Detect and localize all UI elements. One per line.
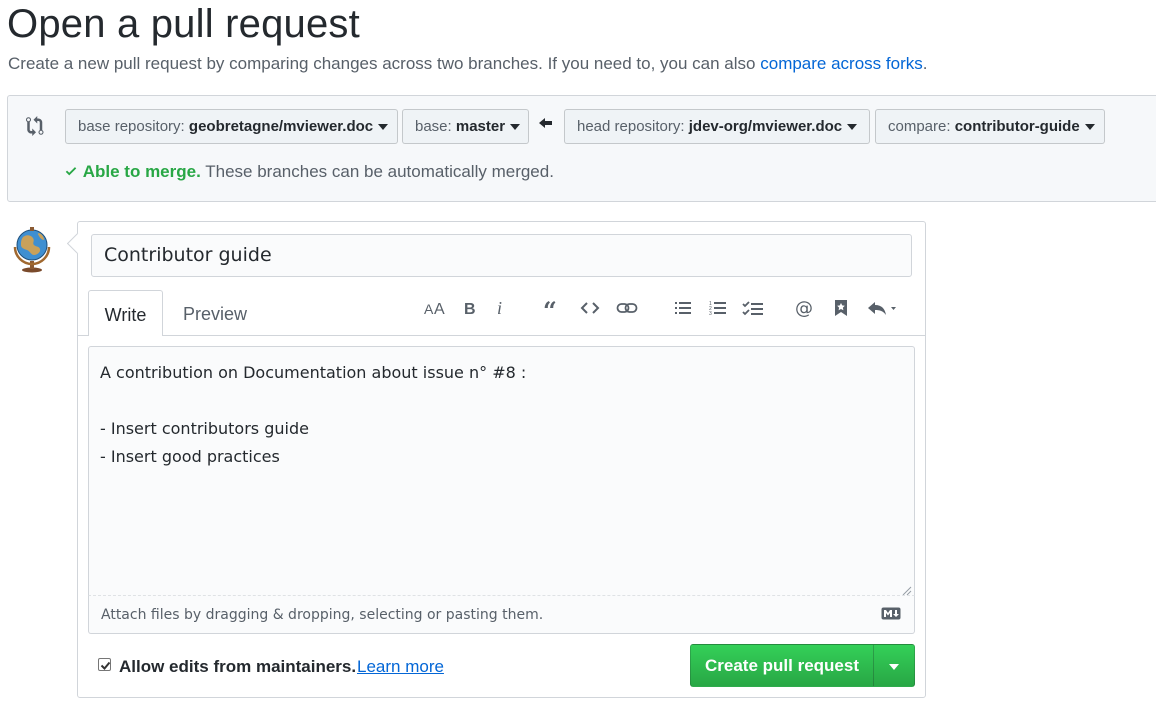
caret-down-icon <box>1084 124 1095 131</box>
page-subtitle: Create a new pull request by comparing c… <box>8 54 927 74</box>
create-options-dropdown[interactable] <box>873 644 915 687</box>
markdown-icon[interactable] <box>881 607 901 620</box>
mention-icon[interactable]: @ <box>795 296 815 320</box>
create-pull-request-button[interactable]: Create pull request <box>690 644 874 687</box>
header-icon[interactable]: AA <box>424 296 446 320</box>
italic-icon[interactable]: i <box>496 296 506 320</box>
svg-text:A: A <box>434 301 445 316</box>
compare-branch-label: compare: <box>888 118 951 135</box>
svg-text:A: A <box>424 301 434 316</box>
merge-status: Able to merge. These branches can be aut… <box>64 162 554 182</box>
link-icon[interactable] <box>616 296 638 320</box>
allow-edits-checkbox[interactable] <box>98 658 111 671</box>
git-compare-icon <box>26 116 46 136</box>
allow-edits-label[interactable]: Allow edits from maintainers. <box>119 657 356 677</box>
arrow-left-icon <box>538 116 554 132</box>
numbered-list-icon[interactable]: 123 <box>709 296 727 320</box>
base-branch-value: master <box>455 118 506 135</box>
svg-text:i: i <box>497 300 502 316</box>
svg-text:@: @ <box>795 299 813 317</box>
caret-down-icon <box>378 124 389 131</box>
base-repository-value: geobretagne/mviewer.doc <box>188 118 374 135</box>
bold-icon[interactable]: B <box>463 296 477 320</box>
learn-more-link[interactable]: Learn more <box>357 657 444 677</box>
merge-status-text: These branches can be automatically merg… <box>205 162 554 181</box>
subtitle-end: . <box>922 54 928 73</box>
compare-branch-select[interactable]: compare: contributor-guide <box>875 109 1105 144</box>
svg-text:“: “ <box>543 300 557 316</box>
attach-files-bar[interactable]: Attach files by dragging & dropping, sel… <box>88 595 915 634</box>
caret-down-icon <box>510 124 521 131</box>
head-repository-label: head repository: <box>577 118 685 135</box>
reply-icon[interactable] <box>866 296 902 320</box>
head-repository-value: jdev-org/mviewer.doc <box>688 118 843 135</box>
title-input[interactable]: Contributor guide <box>91 234 912 277</box>
compare-branch-value: contributor-guide <box>954 118 1080 135</box>
subtitle-text: Create a new pull request by comparing c… <box>8 54 756 73</box>
base-repository-label: base repository: <box>78 118 185 135</box>
code-icon[interactable] <box>580 296 600 320</box>
resize-handle[interactable] <box>902 583 912 596</box>
svg-text:B: B <box>464 301 476 316</box>
tab-write[interactable]: Write <box>88 290 163 336</box>
caret-down-icon <box>889 664 899 670</box>
svg-text:3: 3 <box>709 311 712 316</box>
base-branch-select[interactable]: base: master <box>402 109 529 144</box>
task-list-icon[interactable] <box>742 296 764 320</box>
quote-icon[interactable]: “ <box>543 296 561 320</box>
compare-across-forks-link[interactable]: compare across forks <box>760 54 923 73</box>
caret-down-icon <box>847 124 858 131</box>
tab-preview[interactable]: Preview <box>183 290 247 336</box>
attach-files-text: Attach files by dragging & dropping, sel… <box>101 607 544 623</box>
saved-reply-icon[interactable] <box>834 296 848 320</box>
body-textarea[interactable]: A contribution on Documentation about is… <box>88 346 915 596</box>
base-repository-select[interactable]: base repository: geobretagne/mviewer.doc <box>65 109 398 144</box>
bulleted-list-icon[interactable] <box>674 296 692 320</box>
page-title: Open a pull request <box>7 2 360 46</box>
merge-status-strong: Able to merge. <box>82 162 201 181</box>
head-repository-select[interactable]: head repository: jdev-org/mviewer.doc <box>564 109 870 144</box>
base-branch-label: base: <box>415 118 452 135</box>
avatar[interactable] <box>9 223 55 273</box>
check-icon <box>65 167 77 176</box>
